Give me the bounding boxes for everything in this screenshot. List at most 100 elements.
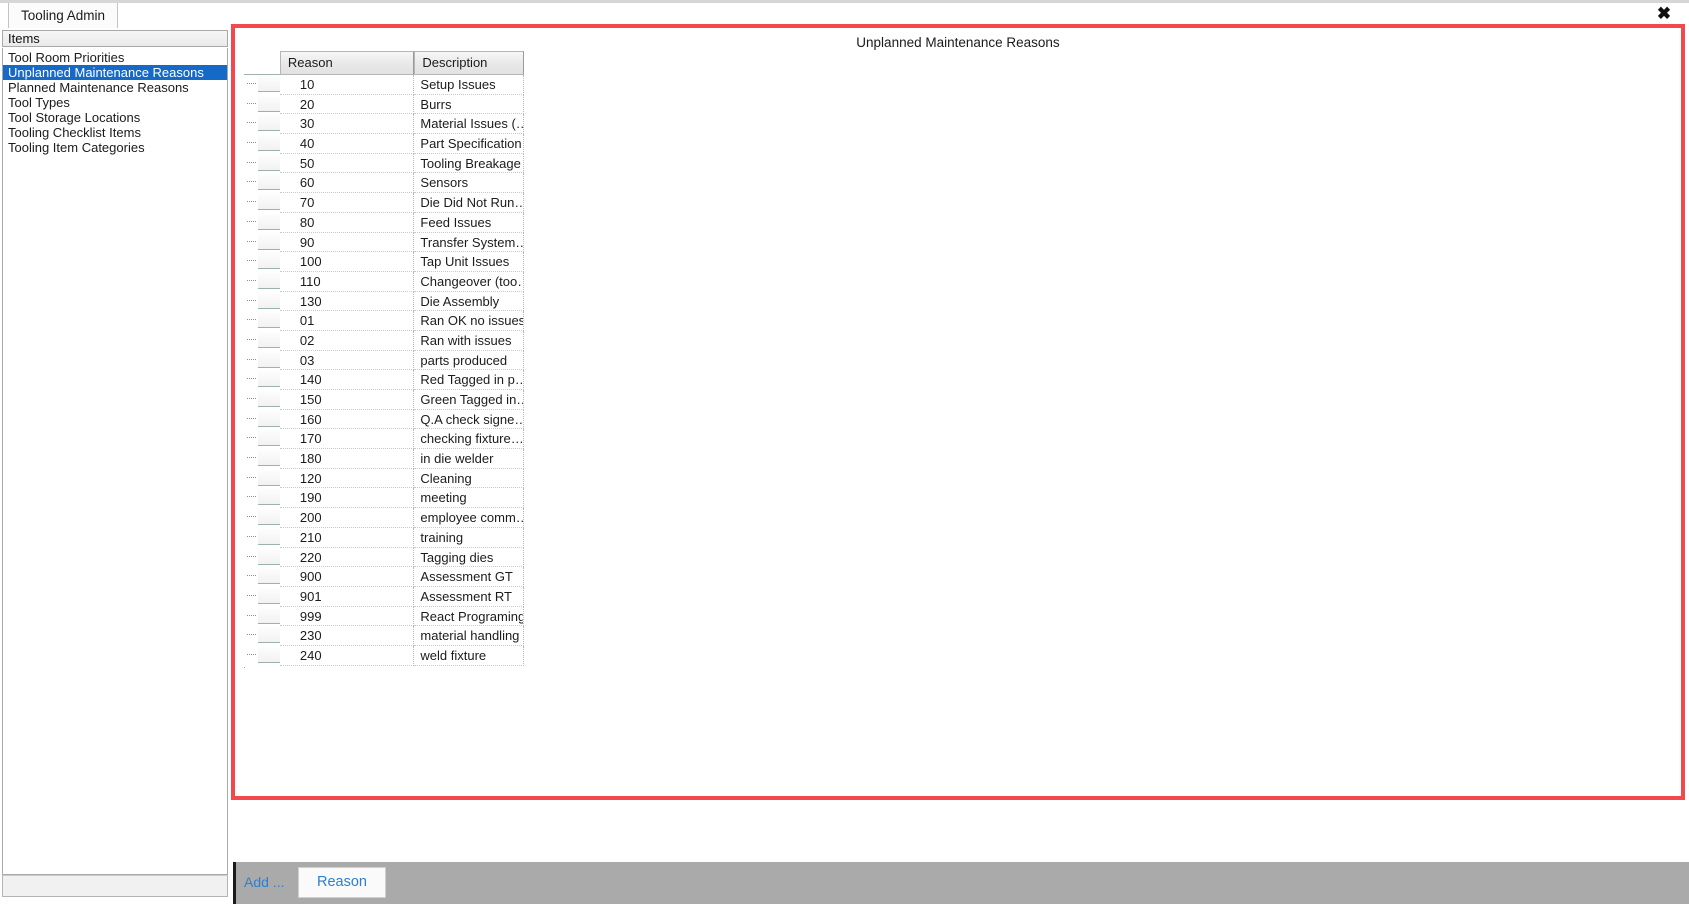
cell-reason[interactable]: 80: [279, 212, 415, 233]
row-selector[interactable]: [244, 75, 280, 95]
cell-reason[interactable]: 130: [279, 291, 415, 312]
cell-reason[interactable]: 90: [279, 232, 415, 253]
table-row[interactable]: 110 Changeover (too…: [244, 271, 524, 292]
table-row[interactable]: 190 meeting: [244, 488, 524, 509]
grid-body[interactable]: 10 Setup Issues 20 Burrs 30 Material Issues (…: [244, 75, 524, 666]
table-row[interactable]: 180 in die welder: [244, 449, 524, 469]
row-header-button[interactable]: [258, 272, 280, 289]
row-header-button[interactable]: [258, 607, 280, 624]
row-header-button[interactable]: [258, 489, 280, 506]
cell-reason[interactable]: 70: [279, 193, 415, 213]
row-selector[interactable]: [244, 606, 280, 627]
row-header-button[interactable]: [258, 76, 280, 92]
row-selector[interactable]: [244, 645, 280, 666]
cell-description[interactable]: weld fixture: [414, 645, 524, 666]
cell-reason[interactable]: 140: [279, 370, 415, 390]
grid-column-header-description[interactable]: Description: [414, 51, 524, 75]
cell-description[interactable]: Part Specification: [414, 134, 524, 154]
table-row[interactable]: 100 Tap Unit Issues: [244, 252, 524, 272]
reason-button[interactable]: Reason: [298, 867, 386, 898]
cell-reason[interactable]: 240: [279, 645, 415, 666]
cell-description[interactable]: Feed Issues: [414, 212, 524, 233]
row-selector[interactable]: [244, 429, 280, 450]
row-header-button[interactable]: [258, 450, 280, 467]
cell-reason[interactable]: 150: [279, 390, 415, 410]
row-selector[interactable]: [244, 212, 280, 233]
table-row[interactable]: 220 Tagging dies: [244, 547, 524, 568]
table-row[interactable]: 160 Q.A check signe…: [244, 409, 524, 430]
row-selector[interactable]: [244, 508, 280, 528]
row-selector[interactable]: [244, 252, 280, 272]
row-header-button[interactable]: [258, 371, 280, 388]
table-row[interactable]: 130 Die Assembly: [244, 291, 524, 312]
row-header-button[interactable]: [258, 174, 280, 191]
row-header-button[interactable]: [258, 509, 280, 526]
table-row[interactable]: 01 Ran OK no issues: [244, 311, 524, 331]
cell-reason[interactable]: 60: [279, 173, 415, 194]
row-header-button[interactable]: [258, 646, 280, 663]
cell-description[interactable]: Cleaning: [414, 468, 524, 489]
row-selector[interactable]: [244, 173, 280, 194]
cell-reason[interactable]: 160: [279, 409, 415, 430]
row-selector[interactable]: [244, 232, 280, 253]
cell-description[interactable]: parts produced: [414, 350, 524, 371]
sidebar-item-unplanned-maintenance-reasons[interactable]: Unplanned Maintenance Reasons: [3, 65, 227, 80]
grid-column-header-reason[interactable]: Reason: [279, 51, 415, 75]
row-selector[interactable]: [244, 449, 280, 469]
table-row[interactable]: 20 Burrs: [244, 94, 524, 115]
table-row[interactable]: 80 Feed Issues: [244, 212, 524, 233]
cell-description[interactable]: in die welder: [414, 449, 524, 469]
cell-reason[interactable]: 40: [279, 134, 415, 154]
cell-description[interactable]: Material Issues (…: [414, 114, 524, 135]
cell-reason[interactable]: 220: [279, 547, 415, 568]
cell-description[interactable]: training: [414, 527, 524, 548]
cell-description[interactable]: Die Did Not Run…: [414, 193, 524, 213]
row-header-button[interactable]: [258, 469, 280, 486]
cell-description[interactable]: Assessment GT: [414, 567, 524, 587]
table-row[interactable]: 10 Setup Issues: [244, 75, 524, 95]
row-header-button[interactable]: [258, 194, 280, 211]
cell-description[interactable]: Burrs: [414, 94, 524, 115]
table-row[interactable]: 30 Material Issues (…: [244, 114, 524, 135]
cell-reason[interactable]: 999: [279, 606, 415, 627]
cell-description[interactable]: Ran OK no issues: [414, 311, 524, 331]
row-selector[interactable]: [244, 370, 280, 390]
cell-description[interactable]: material handling: [414, 626, 524, 646]
cell-reason[interactable]: 170: [279, 429, 415, 450]
row-selector[interactable]: [244, 390, 280, 410]
items-list[interactable]: Tool Room Priorities Unplanned Maintenan…: [2, 48, 228, 875]
row-selector[interactable]: [244, 488, 280, 509]
row-header-button[interactable]: [258, 95, 280, 112]
table-row[interactable]: 200 employee comm…: [244, 508, 524, 528]
row-selector[interactable]: [244, 409, 280, 430]
cell-description[interactable]: Q.A check signe…: [414, 409, 524, 430]
close-icon[interactable]: ✖: [1651, 2, 1677, 26]
cell-description[interactable]: Tagging dies: [414, 547, 524, 568]
table-row[interactable]: 40 Part Specification: [244, 134, 524, 154]
row-selector[interactable]: [244, 527, 280, 548]
table-row[interactable]: 60 Sensors: [244, 173, 524, 194]
cell-reason[interactable]: 110: [279, 271, 415, 292]
cell-reason[interactable]: 30: [279, 114, 415, 135]
row-header-button[interactable]: [258, 548, 280, 565]
sidebar-item-planned-maintenance-reasons[interactable]: Planned Maintenance Reasons: [3, 80, 227, 95]
cell-reason[interactable]: 190: [279, 488, 415, 509]
table-row[interactable]: 03 parts produced: [244, 350, 524, 371]
table-row[interactable]: 230 material handling: [244, 626, 524, 646]
tab-tooling-admin[interactable]: Tooling Admin: [8, 3, 119, 28]
reasons-grid[interactable]: Reason Description 10 Setup Issues 20 Burrs…: [244, 51, 524, 666]
cell-reason[interactable]: 20: [279, 94, 415, 115]
cell-description[interactable]: Transfer System…: [414, 232, 524, 253]
row-header-button[interactable]: [258, 154, 280, 171]
cell-description[interactable]: meeting: [414, 488, 524, 509]
sidebar-item-tooling-checklist-items[interactable]: Tooling Checklist Items: [3, 125, 227, 140]
row-selector[interactable]: [244, 311, 280, 331]
cell-reason[interactable]: 200: [279, 508, 415, 528]
cell-reason[interactable]: 100: [279, 252, 415, 272]
table-row[interactable]: 901 Assessment RT: [244, 586, 524, 607]
row-header-button[interactable]: [258, 253, 280, 270]
cell-description[interactable]: Setup Issues: [414, 75, 524, 95]
add-label[interactable]: Add ...: [244, 874, 284, 890]
sidebar-item-tool-room-priorities[interactable]: Tool Room Priorities: [3, 50, 227, 65]
table-row[interactable]: 999 React Programing: [244, 606, 524, 627]
